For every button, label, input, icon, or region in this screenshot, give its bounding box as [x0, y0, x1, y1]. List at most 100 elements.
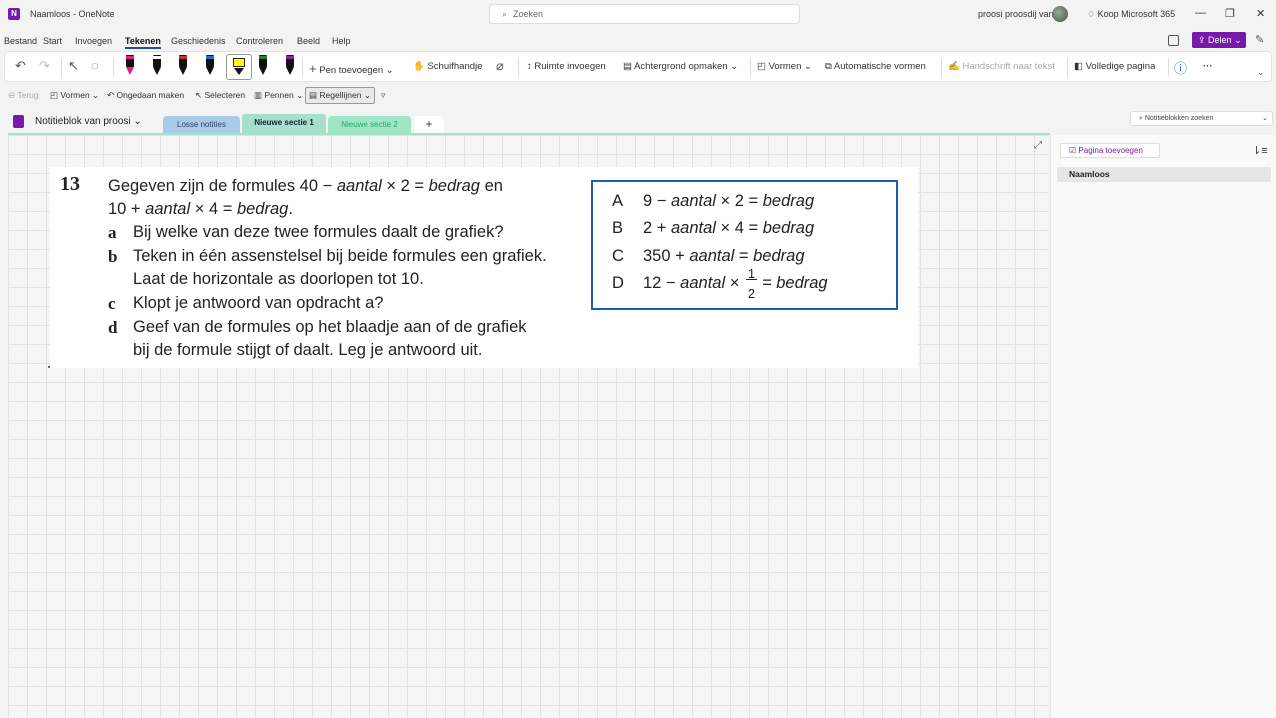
- qat-select-label: Selecteren: [204, 90, 246, 100]
- close-button[interactable]: ✕: [1256, 7, 1265, 20]
- pen-add-button[interactable]: + Pen toevoegen ⌄: [309, 61, 394, 76]
- full-page-button[interactable]: ◧ Volledige pagina: [1074, 61, 1155, 72]
- option-c-formula: 350 + aantal = bedrag: [643, 247, 805, 266]
- add-section-button[interactable]: +: [414, 116, 444, 133]
- minimize-button[interactable]: —: [1195, 7, 1206, 19]
- menu-beeld[interactable]: Beeld: [297, 36, 320, 46]
- buy-microsoft-365-link[interactable]: ♢ Koop Microsoft 365: [1087, 9, 1175, 20]
- shapes-button[interactable]: ◰ Vormen ⌄: [757, 61, 812, 72]
- add-page-button[interactable]: ☑ Pagina toevoegen: [1060, 143, 1160, 158]
- divider: [61, 58, 62, 77]
- pen-black-icon[interactable]: [151, 55, 163, 77]
- restore-button[interactable]: ❐: [1225, 7, 1235, 20]
- notebook-picker[interactable]: Notitieblok van proosi ⌄: [35, 116, 142, 127]
- option-d-formula-right: = bedrag: [762, 274, 828, 292]
- add-page-label: Pagina toevoegen: [1078, 146, 1143, 155]
- intro-text: 10 +: [108, 200, 146, 218]
- question-b-text-1: Teken in één assenstelsel bij beide form…: [133, 247, 547, 265]
- lasso-icon[interactable]: ◌: [91, 58, 99, 73]
- notebook-search-placeholder: Notitieblokken zoeken: [1144, 115, 1214, 122]
- var-aantal: aantal: [680, 274, 726, 292]
- select-pointer-icon[interactable]: ↖: [68, 58, 79, 74]
- qat-customize-icon[interactable]: ▿: [381, 90, 385, 101]
- search-input[interactable]: ⌕ Zoeken: [489, 4, 800, 24]
- qat-shapes-button[interactable]: ◰ Vormen ⌄: [50, 90, 99, 101]
- ink-to-text-label: Handschrift naar tekst: [962, 61, 1055, 72]
- search-placeholder: Zoeken: [513, 9, 544, 19]
- intro-text: × 2 =: [381, 177, 429, 195]
- menu-controleren[interactable]: Controleren: [236, 36, 283, 46]
- help-icon[interactable]: ⓘ: [1174, 58, 1187, 77]
- menu-bestand[interactable]: Bestand: [4, 36, 37, 46]
- pen-blue-icon[interactable]: [204, 55, 216, 77]
- option-c-letter: C: [612, 247, 624, 265]
- pen-green-icon[interactable]: [257, 55, 269, 77]
- fraction-bar: [746, 279, 757, 280]
- divider: [113, 58, 114, 77]
- full-page-label: Volledige pagina: [1085, 61, 1156, 72]
- sort-icon[interactable]: ⇂≡: [1252, 144, 1268, 157]
- notebook-search-input[interactable]: ⌕ Notitieblokken zoeken ⌄: [1130, 111, 1273, 126]
- menu-start[interactable]: Start: [43, 36, 62, 46]
- more-options-button[interactable]: ···: [1203, 61, 1213, 72]
- divider: [302, 58, 303, 77]
- intro-text: Gegeven zijn de formules 40 −: [108, 177, 337, 195]
- quick-access-toolbar: ⊖ Terug ◰ Vormen ⌄ ↶ Ongedaan maken ↖ Se…: [0, 86, 1276, 104]
- question-a-label: a: [108, 223, 117, 242]
- share-button[interactable]: ⇪ Delen ⌄: [1192, 32, 1246, 48]
- section-tab-nieuwe-sectie-2[interactable]: Nieuwe sectie 2: [328, 116, 411, 133]
- hand-label: Schuifhandje: [427, 61, 483, 72]
- background-button[interactable]: ▤ Achtergrond opmaken ⌄: [623, 61, 738, 72]
- ribbon-expand-chevron-icon[interactable]: ⌄: [1257, 67, 1265, 78]
- option-d-letter: D: [612, 274, 624, 292]
- expand-icon[interactable]: ⤢: [1034, 140, 1042, 151]
- notebook-icon: [13, 115, 24, 128]
- qat-pens-button[interactable]: ▥ Pennen ⌄: [254, 90, 303, 101]
- intro-text: .: [288, 200, 293, 218]
- question-b-text-2: Laat de horizontale as doorlopen tot 10.: [133, 270, 424, 288]
- formula-part: ×: [725, 274, 740, 292]
- avatar[interactable]: [1052, 6, 1068, 22]
- search-icon: ⌕: [502, 9, 508, 19]
- divider: [941, 58, 942, 77]
- qat-select-button[interactable]: ↖ Selecteren: [195, 90, 245, 101]
- qat-rulelines-button[interactable]: ▤ Regellijnen ⌄: [305, 87, 375, 104]
- option-d-formula-left: 12 − aantal ×: [643, 274, 739, 293]
- insert-space-button[interactable]: ↕ Ruimte invoegen: [527, 61, 606, 72]
- menu-invoegen[interactable]: Invoegen: [75, 36, 112, 46]
- window-title: Naamloos - OneNote: [30, 9, 115, 19]
- var-aantal: aantal: [145, 200, 191, 218]
- intro-text: en: [480, 177, 503, 195]
- qat-undo-button[interactable]: ↶ Ongedaan maken: [107, 90, 184, 101]
- back-label: Terug: [17, 90, 39, 100]
- section-tab-losse-notities[interactable]: Losse notities: [163, 116, 240, 133]
- option-b-letter: B: [612, 219, 624, 237]
- page-list-item[interactable]: Naamloos: [1057, 167, 1271, 182]
- pen-pink-icon[interactable]: [124, 55, 136, 77]
- pen-purple-icon[interactable]: [284, 55, 296, 77]
- menu-geschiedenis[interactable]: Geschiedenis: [171, 36, 226, 46]
- sticky-notes-icon[interactable]: [1168, 35, 1179, 46]
- highlighter-yellow-icon[interactable]: [226, 54, 252, 80]
- question-c-text: Klopt je antwoord van opdracht a?: [133, 294, 384, 312]
- user-name[interactable]: proosi proosdij van: [978, 9, 1054, 19]
- formula-part: × 4 =: [715, 219, 763, 237]
- hand-button[interactable]: ✋ Schuifhandje: [413, 61, 482, 72]
- shapes-label: Vormen: [768, 61, 802, 72]
- undo-icon[interactable]: ↶: [15, 58, 26, 74]
- pen-red-icon[interactable]: [177, 55, 189, 77]
- auto-shapes-button[interactable]: ⧉ Automatische vormen: [825, 61, 926, 72]
- var-aantal: aantal: [336, 177, 382, 195]
- menu-tekenen[interactable]: Tekenen: [125, 36, 161, 49]
- pen-mode-icon[interactable]: ✎: [1255, 33, 1264, 46]
- redo-icon[interactable]: ↷: [39, 58, 50, 74]
- ink-to-text-button[interactable]: ✍ Handschrift naar tekst: [948, 61, 1055, 72]
- var-aantal: aantal: [670, 192, 716, 210]
- menu-help[interactable]: Help: [332, 36, 351, 46]
- var-bedrag: bedrag: [428, 177, 480, 195]
- qat-rulelines-label: Regellijnen: [319, 90, 362, 100]
- ruler-icon[interactable]: ⌀: [496, 58, 504, 74]
- section-tab-nieuwe-sectie-1[interactable]: Nieuwe sectie 1: [242, 114, 326, 133]
- back-button[interactable]: ⊖ Terug: [8, 90, 39, 101]
- background-label: Achtergrond opmaken: [634, 61, 728, 72]
